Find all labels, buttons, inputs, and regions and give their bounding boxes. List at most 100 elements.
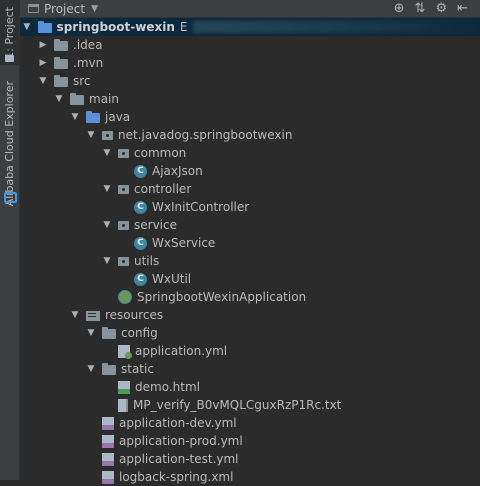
tree-node-label: application.yml [135, 344, 228, 358]
folder-icon [102, 362, 116, 375]
expand-arrow-icon[interactable]: ▼ [70, 310, 80, 320]
tree-node-label: service [134, 218, 177, 232]
tree-node-label: WxService [152, 236, 216, 250]
expand-arrow-icon[interactable]: ▼ [38, 76, 48, 86]
tree-node-label: WxUtil [152, 272, 192, 286]
yml-file-icon [102, 416, 114, 430]
expand-arrow-icon[interactable]: ▼ [86, 130, 96, 140]
tree-node-label: src [73, 74, 91, 88]
tree-node-label: common [134, 146, 187, 160]
folder-icon [54, 74, 68, 87]
tree-node-label: .mvn [73, 56, 104, 70]
alibaba-tab-label: Alibaba Cloud Explorer [3, 81, 16, 207]
tree-node[interactable]: ▶ .mvn [20, 54, 480, 72]
project-toolbar: Project ▼ ⊕ ⇅ ⚙ ⇤ [20, 0, 480, 18]
tree-node[interactable]: ▼ static [20, 360, 480, 378]
tree-node[interactable]: ▼ utils [20, 252, 480, 270]
tree-node-label: logback-spring.xml [119, 470, 234, 484]
project-tree[interactable]: ▼ springboot-wexin E ▶ .idea ▶ .mvn ▼ src ▼ main ▼ j… [20, 18, 480, 484]
yml-file-icon [102, 434, 114, 448]
tree-node[interactable]: ▼ common [20, 144, 480, 162]
source-folder-icon [86, 110, 100, 123]
tree-node-label: java [105, 110, 131, 124]
tree-node[interactable]: ▼ springboot-wexin E [20, 18, 480, 36]
expand-arrow-icon[interactable]: ▼ [102, 220, 112, 230]
html-file-icon [118, 380, 130, 394]
project-tool-tab[interactable]: 1: Project [0, 0, 19, 65]
class-icon: C [134, 164, 147, 178]
tree-node-label: net.javadog.springbootwexin [118, 128, 293, 142]
class-icon: C [134, 272, 147, 286]
folder-icon [54, 56, 68, 69]
tree-node[interactable]: application.yml [20, 342, 480, 360]
tree-node-label: application-test.yml [119, 452, 239, 466]
tree-node-label: .idea [73, 38, 103, 52]
window-icon [28, 4, 39, 13]
resources-folder-icon [86, 310, 100, 321]
expand-arrow-icon[interactable]: ▼ [86, 328, 96, 338]
package-icon [118, 148, 129, 158]
tree-node[interactable]: ▼ java [20, 108, 480, 126]
tree-node-label: config [121, 326, 158, 340]
tree-node[interactable]: ▶ .idea [20, 36, 480, 54]
tree-node-label: application-dev.yml [119, 416, 237, 430]
tree-node[interactable]: MP_verify_B0vMQLCguxRzP1Rc.txt [20, 396, 480, 414]
tree-node[interactable]: demo.html [20, 378, 480, 396]
expand-arrow-icon[interactable]: ▼ [102, 184, 112, 194]
tree-node[interactable]: C WxUtil [20, 270, 480, 288]
tree-node-label: application-prod.yml [119, 434, 243, 448]
tree-node-label: resources [105, 308, 164, 322]
tree-node[interactable]: application-prod.yml [20, 432, 480, 450]
tree-node-label: SpringbootWexinApplication [137, 290, 307, 304]
tree-node[interactable]: C WxService [20, 234, 480, 252]
tree-node-label: WxInitController [152, 200, 250, 214]
expand-arrow-icon[interactable]: ▼ [102, 256, 112, 266]
expand-arrow-icon[interactable]: ▼ [22, 22, 32, 32]
package-icon [118, 184, 129, 194]
tree-node[interactable]: ▼ main [20, 90, 480, 108]
tree-node[interactable]: C AjaxJson [20, 162, 480, 180]
folder-icon [54, 38, 68, 51]
chevron-down-icon[interactable]: ▼ [91, 4, 98, 14]
expand-arrow-icon[interactable]: ▼ [70, 112, 80, 122]
gear-icon[interactable]: ⚙ [435, 1, 447, 16]
expand-arrow-icon[interactable]: ▼ [102, 148, 112, 158]
package-icon [118, 220, 129, 230]
tree-node[interactable]: logback-spring.xml [20, 468, 480, 486]
tree-node[interactable]: SpringbootWexinApplication [20, 288, 480, 306]
expand-arrow-icon[interactable]: ▼ [86, 364, 96, 374]
yml-file-icon [102, 470, 114, 484]
class-icon: C [134, 200, 147, 214]
globe-icon[interactable]: ⊕ [394, 1, 405, 16]
tree-node-label: MP_verify_B0vMQLCguxRzP1Rc.txt [133, 398, 342, 412]
tree-node[interactable]: ▼ src [20, 72, 480, 90]
project-view-selector[interactable]: Project [44, 2, 85, 16]
hide-icon[interactable]: ⇤ [457, 1, 468, 16]
package-icon [118, 256, 129, 266]
spring-boot-class-icon [118, 290, 132, 304]
tree-node[interactable]: application-test.yml [20, 450, 480, 468]
expand-arrow-icon[interactable]: ▼ [54, 94, 64, 104]
package-icon [102, 130, 113, 140]
yml-file-icon [102, 452, 114, 466]
tree-node[interactable]: ▼ service [20, 216, 480, 234]
folder-icon [70, 92, 84, 105]
collapse-arrow-icon[interactable]: ▶ [38, 40, 48, 50]
cloud-icon [4, 192, 17, 203]
folder-icon [102, 326, 116, 339]
tree-node[interactable]: ▼ resources [20, 306, 480, 324]
tree-node[interactable]: application-dev.yml [20, 414, 480, 432]
project-path-suffix: E [179, 20, 188, 34]
text-file-icon [118, 398, 128, 412]
tree-node[interactable]: ▼ controller [20, 180, 480, 198]
tree-node-label: AjaxJson [152, 164, 203, 178]
tree-node[interactable]: C WxInitController [20, 198, 480, 216]
tree-node-label: demo.html [135, 380, 200, 394]
redacted-path [193, 21, 480, 33]
project-tab-label: 1: Project [3, 6, 16, 59]
tree-node[interactable]: ▼ config [20, 324, 480, 342]
collapse-arrow-icon[interactable]: ▶ [38, 58, 48, 68]
alibaba-cloud-tab[interactable]: Alibaba Cloud Explorer [0, 81, 19, 207]
tree-node[interactable]: ▼ net.javadog.springbootwexin [20, 126, 480, 144]
collapse-icon[interactable]: ⇅ [415, 1, 426, 16]
